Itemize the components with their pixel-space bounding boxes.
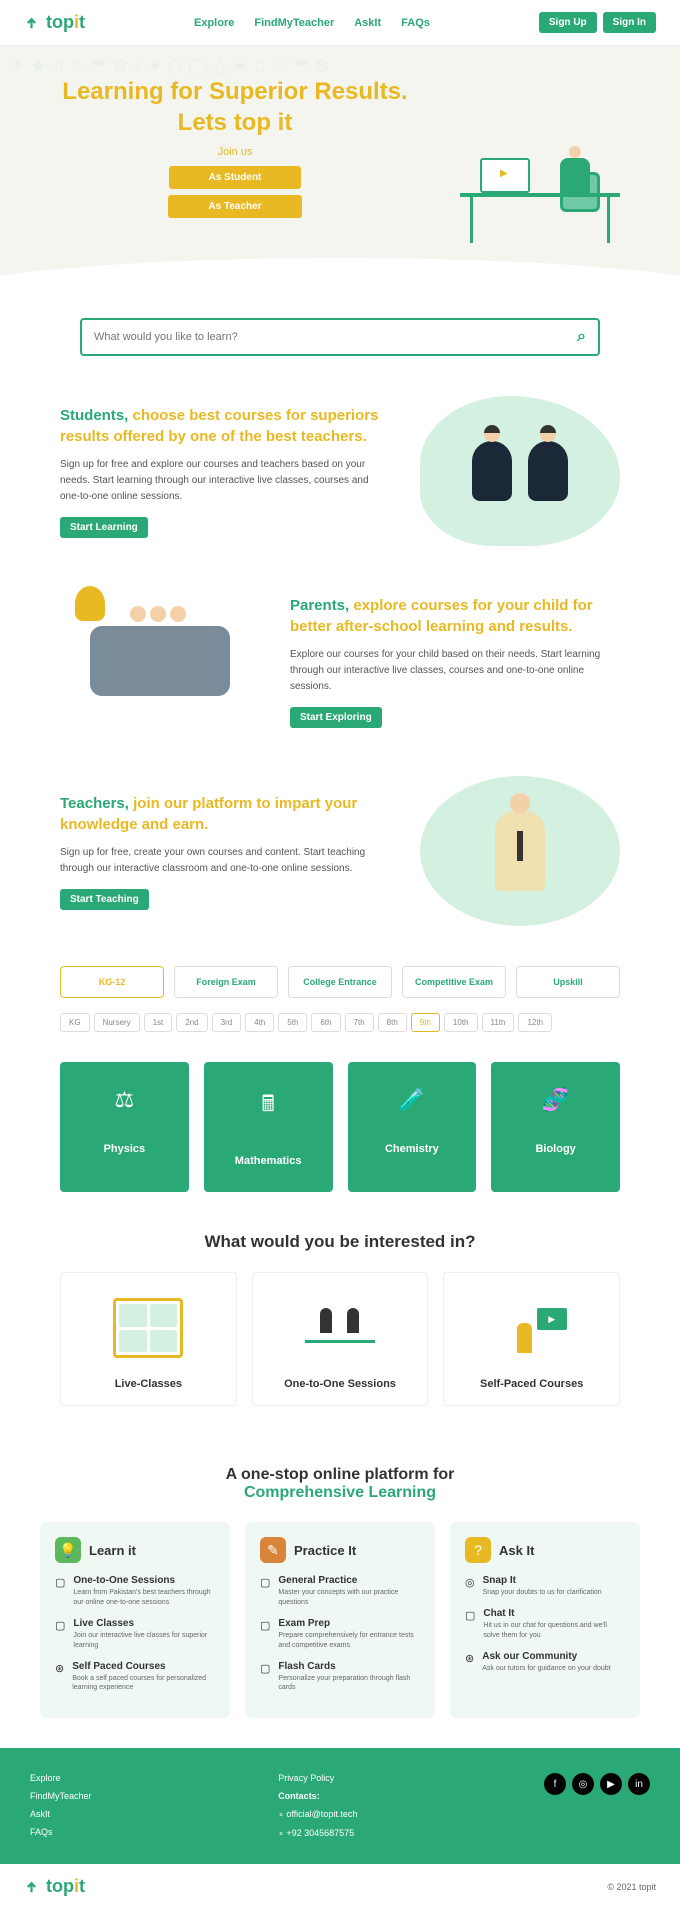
signin-button[interactable]: Sign In xyxy=(603,12,656,33)
platform-card-ask-it: ?Ask It◎Snap ItSnap your doubts to us fo… xyxy=(450,1522,640,1718)
grade-tab-8th[interactable]: 8th xyxy=(378,1013,407,1032)
subject-mathematics[interactable]: 🖩Mathematics xyxy=(204,1062,333,1192)
footer-email[interactable]: ∘ official@topit.tech xyxy=(278,1809,357,1820)
chemistry-icon: 🧪 xyxy=(358,1087,467,1113)
platform-card-learn-it: 💡Learn it▢One-to-One SessionsLearn from … xyxy=(40,1522,230,1718)
subject-biology[interactable]: 🧬Biology xyxy=(491,1062,620,1192)
facebook-icon[interactable]: f xyxy=(544,1773,566,1795)
students-illustration xyxy=(420,396,620,546)
footer-link-askit[interactable]: AskIt xyxy=(30,1809,92,1819)
nav-explore[interactable]: Explore xyxy=(194,17,234,29)
grade-tab-12th[interactable]: 12th xyxy=(518,1013,552,1032)
platform-item: ▢Exam PrepPrepare comprehensively for en… xyxy=(260,1618,420,1651)
grade-tab-2nd[interactable]: 2nd xyxy=(176,1013,207,1032)
start-exploring-button[interactable]: Start Exploring xyxy=(290,707,382,728)
category-tab-0[interactable]: KG-12 xyxy=(60,966,164,998)
platform-item: ▢One-to-One SessionsLearn from Pakistan'… xyxy=(55,1575,215,1608)
category-tabs: KG-12 Foreign Exam College Entrance Competi… xyxy=(60,966,620,998)
students-heading: Students, choose best courses for superi… xyxy=(60,405,390,447)
parents-heading: Parents, explore courses for your child … xyxy=(290,595,620,637)
platform-subtitle: Comprehensive Learning xyxy=(40,1484,640,1502)
grade-tabs: KGNursery1st2nd 3rd4th5th6th 7th8th9th10th… xyxy=(60,1013,620,1032)
copyright: © 2021 topit xyxy=(607,1882,656,1892)
footer-link-findmyteacher[interactable]: FindMyTeacher xyxy=(30,1791,92,1801)
as-teacher-button[interactable]: As Teacher xyxy=(168,195,301,218)
grade-tab-10th[interactable]: 10th xyxy=(444,1013,478,1032)
teachers-heading: Teachers, join our platform to impart yo… xyxy=(60,793,390,835)
parents-body: Explore our courses for your child based… xyxy=(290,647,620,695)
instagram-icon[interactable]: ◎ xyxy=(572,1773,594,1795)
logo[interactable]: topit xyxy=(24,12,85,33)
interest-title: What would you be interested in? xyxy=(60,1232,620,1252)
platform-card-icon: ✎ xyxy=(260,1537,286,1563)
platform-card-icon: 💡 xyxy=(55,1537,81,1563)
footer-phone[interactable]: ∘ +92 3045687575 xyxy=(278,1828,357,1839)
grade-tab-7th[interactable]: 7th xyxy=(345,1013,374,1032)
as-student-button[interactable]: As Student xyxy=(169,166,302,189)
search-icon[interactable]: ⌕ xyxy=(577,328,586,346)
platform-item: ⊛Self Paced CoursesBook a self paced cou… xyxy=(55,1661,215,1694)
mathematics-icon: 🖩 xyxy=(214,1087,323,1125)
parents-illustration xyxy=(60,586,260,736)
grade-tab-3rd[interactable]: 3rd xyxy=(212,1013,242,1032)
teachers-illustration xyxy=(420,776,620,926)
search-input[interactable] xyxy=(94,328,577,346)
teachers-body: Sign up for free, create your own course… xyxy=(60,845,390,877)
interest-one-to-one[interactable]: One-to-One Sessions xyxy=(252,1272,429,1406)
grade-tab-Nursery[interactable]: Nursery xyxy=(94,1013,140,1032)
nav-askit[interactable]: AskIt xyxy=(354,17,381,29)
nav-faqs[interactable]: FAQs xyxy=(401,17,430,29)
nav-findteacher[interactable]: FindMyTeacher xyxy=(254,17,334,29)
platform-card-icon: ? xyxy=(465,1537,491,1563)
biology-icon: 🧬 xyxy=(501,1087,610,1113)
platform-item: ▢Flash CardsPersonalize your preparation… xyxy=(260,1661,420,1694)
grade-tab-9th[interactable]: 9th xyxy=(411,1013,440,1032)
category-tab-2[interactable]: College Entrance xyxy=(288,966,392,998)
physics-icon: ⚖ xyxy=(70,1087,179,1113)
grade-tab-5th[interactable]: 5th xyxy=(278,1013,307,1032)
students-body: Sign up for free and explore our courses… xyxy=(60,457,390,505)
platform-item: ◎Snap ItSnap your doubts to us for clari… xyxy=(465,1575,625,1598)
platform-item: ▢General PracticeMaster your concepts wi… xyxy=(260,1575,420,1608)
platform-item: ▢Live ClassesJoin our interactive live c… xyxy=(55,1618,215,1651)
youtube-icon[interactable]: ▶ xyxy=(600,1773,622,1795)
footer-links: Explore FindMyTeacher AskIt FAQs xyxy=(30,1773,92,1839)
subject-physics[interactable]: ⚖Physics xyxy=(60,1062,189,1192)
grade-tab-4th[interactable]: 4th xyxy=(245,1013,274,1032)
start-learning-button[interactable]: Start Learning xyxy=(60,517,148,538)
linkedin-icon[interactable]: in xyxy=(628,1773,650,1795)
interest-self-paced[interactable]: Self-Paced Courses xyxy=(443,1272,620,1406)
signup-button[interactable]: Sign Up xyxy=(539,12,597,33)
platform-card-practice-it: ✎Practice It▢General PracticeMaster your… xyxy=(245,1522,435,1718)
category-tab-3[interactable]: Competitive Exam xyxy=(402,966,506,998)
start-teaching-button[interactable]: Start Teaching xyxy=(60,889,149,910)
grade-tab-1st[interactable]: 1st xyxy=(144,1013,173,1032)
subjects-grid: ⚖Physics🖩Mathematics🧪Chemistry🧬Biology xyxy=(0,1052,680,1202)
hero-title: Learning for Superior Results. Lets top … xyxy=(50,76,420,138)
platform-cards: 💡Learn it▢One-to-One SessionsLearn from … xyxy=(40,1522,640,1718)
footer-link-explore[interactable]: Explore xyxy=(30,1773,92,1783)
subject-chemistry[interactable]: 🧪Chemistry xyxy=(348,1062,477,1192)
grade-tab-11th[interactable]: 11th xyxy=(482,1013,515,1032)
hero-join: Join us xyxy=(50,146,420,158)
platform-item: ▢Chat ItHit us in our chat for questions… xyxy=(465,1608,625,1641)
hero-illustration xyxy=(450,77,630,217)
footer-link-faqs[interactable]: FAQs xyxy=(30,1827,92,1837)
grade-tab-KG[interactable]: KG xyxy=(60,1013,90,1032)
platform-item: ⊛Ask our CommunityAsk our tutors for gui… xyxy=(465,1651,625,1674)
grade-tab-6th[interactable]: 6th xyxy=(311,1013,340,1032)
platform-title: A one-stop online platform for xyxy=(40,1466,640,1484)
search-bar[interactable]: ⌕ xyxy=(80,318,600,356)
category-tab-1[interactable]: Foreign Exam xyxy=(174,966,278,998)
interest-live-classes[interactable]: Live-Classes xyxy=(60,1272,237,1406)
footer-privacy[interactable]: Privacy Policy xyxy=(278,1773,357,1783)
footer-logo[interactable]: topit xyxy=(24,1876,85,1897)
footer-contacts-label: Contacts: xyxy=(278,1791,357,1801)
category-tab-4[interactable]: Upskill xyxy=(516,966,620,998)
